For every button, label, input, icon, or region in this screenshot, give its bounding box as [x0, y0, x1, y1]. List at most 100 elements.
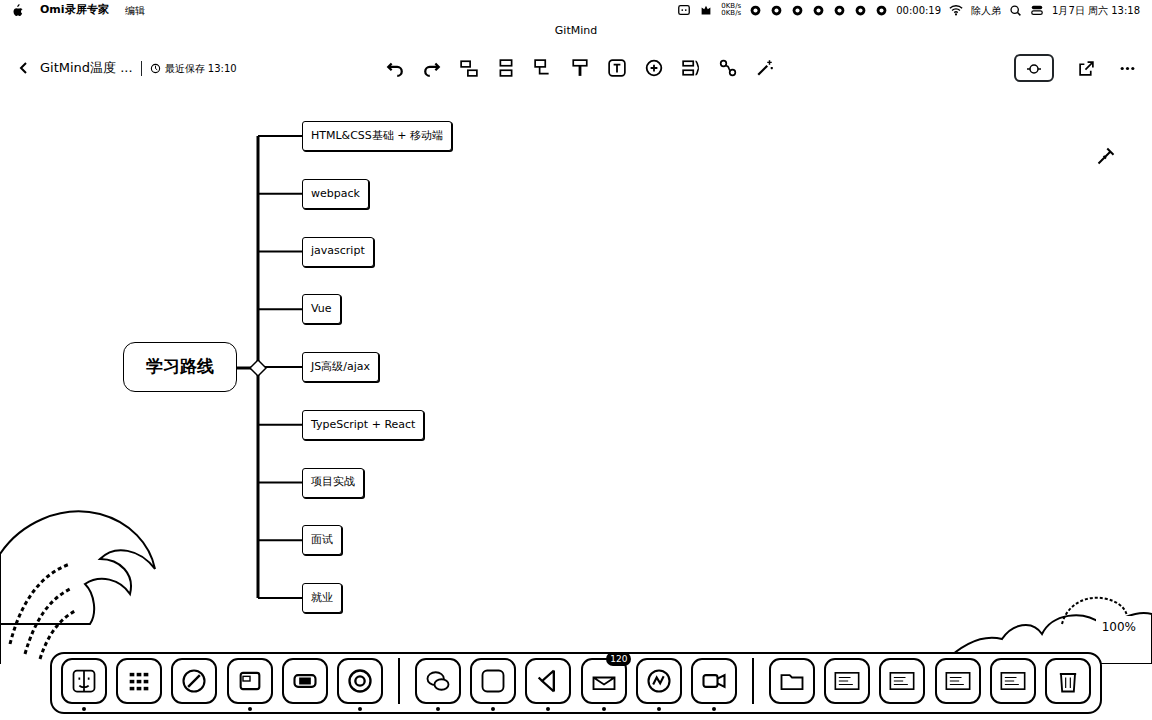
parent-node-icon[interactable]: [534, 59, 552, 77]
child-node-icon[interactable]: [460, 59, 478, 77]
dock-app[interactable]: [935, 658, 981, 704]
dock-app[interactable]: [337, 658, 383, 704]
magic-icon[interactable]: [756, 59, 774, 77]
bird-icon[interactable]: [770, 4, 783, 17]
dock-item[interactable]: [60, 658, 107, 711]
chrome-icon: [346, 667, 374, 695]
dock-app[interactable]: [691, 658, 737, 704]
dock-item[interactable]: [768, 658, 815, 711]
dock-app[interactable]: [171, 658, 217, 704]
running-dot: [358, 707, 362, 711]
dock-item[interactable]: [691, 658, 738, 711]
download-speed: 0KB/s: [721, 10, 741, 17]
user-name[interactable]: 除人弟: [971, 3, 1001, 18]
child-node[interactable]: JS高级/ajax: [302, 352, 379, 382]
zoom-level[interactable]: 100%: [1096, 616, 1142, 638]
child-node[interactable]: 就业: [302, 583, 342, 613]
dock-item[interactable]: [1045, 658, 1092, 711]
dock-app[interactable]: [824, 658, 870, 704]
dock-item[interactable]: [414, 658, 461, 711]
child-node[interactable]: 面试: [302, 525, 342, 555]
more-icon[interactable]: [1119, 60, 1136, 77]
toolbar-actions: [1014, 54, 1136, 82]
dock-app[interactable]: [282, 658, 328, 704]
running-dot: [956, 707, 960, 711]
wifi-icon[interactable]: [949, 3, 963, 17]
dock-item[interactable]: [337, 658, 384, 711]
child-node[interactable]: 项目实战: [302, 468, 364, 498]
status-area: 0KB/s0KB/s00:00:19除人弟1月7日 周六 13:18: [677, 3, 1140, 18]
menu-item[interactable]: 编辑: [125, 3, 145, 18]
text-icon[interactable]: [608, 59, 626, 77]
dock-app[interactable]: [227, 658, 273, 704]
keyboard-icon[interactable]: [812, 4, 825, 17]
summary-icon[interactable]: [682, 59, 700, 77]
dock-item[interactable]: 120: [580, 658, 627, 711]
cat-icon[interactable]: [699, 3, 713, 17]
play-icon[interactable]: [791, 4, 804, 17]
child-node[interactable]: HTML&CSS基础 + 移动端: [302, 121, 452, 151]
finder-icon: [70, 667, 98, 695]
undo-icon[interactable]: [386, 59, 404, 77]
running-dot: [192, 707, 196, 711]
back-icon[interactable]: [16, 60, 32, 76]
mindmap-canvas[interactable]: 学习路线 HTML&CSS基础 + 移动端 webpack javascript Vue…: [0, 94, 1152, 720]
child-node[interactable]: webpack: [302, 179, 369, 209]
dock-item[interactable]: [635, 658, 682, 711]
format-brush-icon[interactable]: [571, 59, 589, 77]
dock-item[interactable]: [934, 658, 981, 711]
dock-app[interactable]: [415, 658, 461, 704]
dock-app[interactable]: [636, 658, 682, 704]
search-icon[interactable]: [1009, 4, 1022, 17]
stop-icon[interactable]: [875, 4, 888, 17]
thumb-icon: [888, 667, 916, 695]
wallpaper-wave-left: [0, 494, 180, 664]
running-dot: [712, 707, 716, 711]
record-icon[interactable]: [854, 4, 867, 17]
grid-icon: [125, 667, 153, 695]
dock-item[interactable]: [171, 658, 218, 711]
app-menu[interactable]: Omi录屏专家: [40, 2, 109, 19]
control-center-icon[interactable]: [1030, 3, 1044, 17]
relation-icon[interactable]: [719, 59, 737, 77]
dock-app[interactable]: [61, 658, 107, 704]
document-title[interactable]: GitMind温度 ...: [40, 58, 133, 78]
child-node[interactable]: javascript: [302, 237, 374, 267]
dock-app[interactable]: [116, 658, 162, 704]
upload-speed: 0KB/s: [721, 3, 741, 10]
network-speed: 0KB/s0KB/s: [721, 3, 741, 17]
redo-icon[interactable]: [423, 59, 441, 77]
dock-item[interactable]: [281, 658, 328, 711]
chat-icon: [424, 667, 452, 695]
folder-icon: [778, 667, 806, 695]
dock-app[interactable]: [879, 658, 925, 704]
sibling-node-icon[interactable]: [497, 59, 515, 77]
slash-icon[interactable]: [833, 4, 846, 17]
dock-app[interactable]: [769, 658, 815, 704]
share-icon[interactable]: [1078, 60, 1095, 77]
dock-app[interactable]: [1045, 658, 1091, 704]
robot-icon[interactable]: [677, 3, 691, 17]
wechat-icon[interactable]: [749, 4, 762, 17]
dock-item[interactable]: [989, 658, 1036, 711]
add-icon[interactable]: [645, 59, 663, 77]
clock[interactable]: 1月7日 周六 13:18: [1052, 3, 1140, 18]
dock-item[interactable]: [525, 658, 572, 711]
box-icon: [291, 667, 319, 695]
child-node[interactable]: Vue: [302, 294, 341, 324]
dock-item[interactable]: [226, 658, 273, 711]
dock-item[interactable]: [879, 658, 926, 711]
running-dot: [82, 707, 86, 711]
dock-item[interactable]: [469, 658, 516, 711]
dock-app[interactable]: [470, 658, 516, 704]
dock-app[interactable]: [525, 658, 571, 704]
dock-app[interactable]: [990, 658, 1036, 704]
child-node[interactable]: TypeScript + React: [302, 410, 424, 440]
present-button[interactable]: [1014, 54, 1054, 82]
pin-icon[interactable]: [1096, 146, 1116, 166]
dock-item[interactable]: [115, 658, 162, 711]
apple-icon[interactable]: [12, 3, 24, 17]
tool-row: [386, 59, 774, 77]
dock-item[interactable]: [823, 658, 870, 711]
root-node[interactable]: 学习路线: [123, 342, 237, 392]
